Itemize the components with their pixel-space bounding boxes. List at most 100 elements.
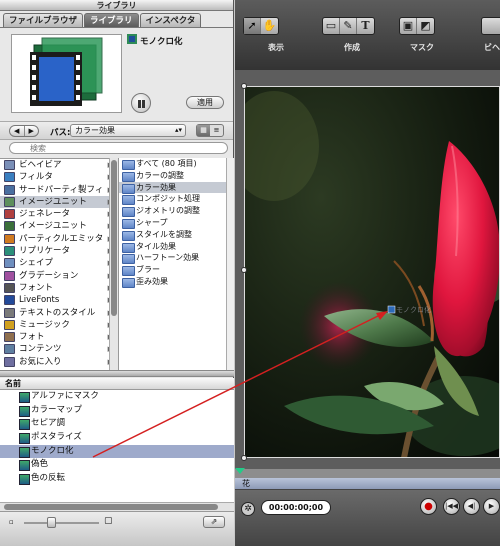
list-item[interactable]: イメージユニット▶ — [0, 220, 116, 232]
pause-button[interactable] — [131, 93, 151, 113]
list-item[interactable]: お気に入り▶ — [0, 356, 116, 368]
slider-knob[interactable] — [47, 517, 56, 528]
scroll-thumb[interactable] — [4, 504, 218, 510]
table-row[interactable]: ポスタライズ — [0, 431, 234, 445]
font-icon — [4, 282, 15, 293]
table-row[interactable]: カラーマップ — [0, 404, 234, 418]
timecode-display[interactable]: 00:00:00;00 — [261, 500, 331, 515]
list-item[interactable]: コンテンツ▶ — [0, 343, 116, 355]
resize-handle[interactable] — [241, 455, 247, 461]
list-item[interactable]: LiveFonts▶ — [0, 294, 116, 306]
list-item[interactable]: フィルタ▶ — [0, 171, 116, 183]
back-forward-buttons[interactable]: ◀ ▶ — [9, 125, 39, 137]
list-item[interactable]: ハーフトーン効果 — [119, 252, 226, 265]
rectangle-icon[interactable]: ▭ — [323, 18, 340, 34]
resize-handle[interactable] — [241, 83, 247, 89]
category-list: ビヘイビア▶ フィルタ▶ サードパーティ製フィ▶ イメージユニット▶ ジェネレー… — [0, 158, 116, 370]
search-input[interactable] — [9, 142, 228, 154]
path-label: パス: — [50, 128, 71, 138]
bezier-pen-icon[interactable]: ✎ — [340, 18, 357, 34]
resize-handle[interactable] — [241, 267, 247, 273]
library-bottom-bar — [0, 511, 234, 546]
mask-tools: ▣ ◩ — [399, 17, 435, 35]
large-icon-size-icon: ▢ — [104, 516, 113, 526]
list-item[interactable]: グラデーション▶ — [0, 270, 116, 282]
behavior-icon[interactable] — [482, 18, 499, 34]
list-item[interactable]: パーティクルエミッタ▶ — [0, 233, 116, 245]
list-item[interactable]: テキストのスタイル▶ — [0, 307, 116, 319]
table-row[interactable]: アルファにマスク — [0, 390, 234, 404]
list-item[interactable]: フォト▶ — [0, 331, 116, 343]
timeline-ruler[interactable] — [235, 469, 500, 478]
list-item[interactable]: シャープ — [119, 217, 226, 229]
list-item[interactable]: すべて (80 項目) — [119, 158, 226, 170]
go-to-start-button[interactable]: |◀◀ — [443, 498, 460, 515]
list-item[interactable]: タイル効果 — [119, 241, 226, 253]
content-icon — [4, 344, 15, 355]
music-icon — [4, 319, 15, 330]
play-button[interactable]: ▶ — [483, 498, 500, 515]
list-item[interactable]: サードパーティ製フィ▶ — [0, 184, 116, 196]
list-item[interactable]: カラーの調整 — [119, 170, 226, 182]
tab-library[interactable]: ライブラリ — [84, 13, 139, 27]
tab-file-browser[interactable]: ファイルブラウザ — [3, 13, 84, 27]
list-view-icon[interactable]: ≡ — [210, 125, 223, 136]
table-row[interactable]: セピア調 — [0, 417, 234, 431]
pan-hand-icon[interactable]: ✋ — [261, 18, 278, 34]
view-mode-buttons[interactable]: ▦ ≡ — [196, 124, 224, 137]
item-list: アルファにマスク カラーマップ セピア調 ポスタライズ モノクロ化 偽色 色の反… — [0, 390, 234, 502]
drag-ghost-label: モノクロ化 — [396, 306, 431, 314]
table-row[interactable]: 色の反転 — [0, 472, 234, 486]
list-item[interactable]: ジェネレータ▶ — [0, 208, 116, 220]
updown-arrow-icon: ▴▾ — [174, 126, 182, 134]
icon-view-icon[interactable]: ▦ — [197, 125, 210, 136]
view-tools-label: 表示 — [268, 43, 284, 52]
name-column-header[interactable]: 名前 — [0, 378, 234, 390]
rect-mask-icon[interactable]: ▣ — [400, 18, 417, 34]
create-tools: ▭ ✎ T — [322, 17, 375, 35]
list-item[interactable]: イメージユニット▶ — [0, 195, 116, 209]
filter-icon — [4, 172, 15, 183]
list-item[interactable]: ミュージック▶ — [0, 319, 116, 331]
back-arrow-icon[interactable]: ◀ — [10, 126, 25, 136]
record-button[interactable]: ● — [420, 498, 437, 515]
playhead-marker[interactable] — [235, 468, 245, 474]
list-item[interactable]: シェイプ▶ — [0, 257, 116, 269]
list-item[interactable]: 歪み効果 — [119, 276, 226, 288]
list-item[interactable]: カラー効果 — [119, 181, 226, 194]
image-unit-icon — [4, 221, 15, 232]
path-select[interactable]: カラー効果 ▴▾ — [70, 124, 186, 137]
select-arrow-icon[interactable]: ➚ — [244, 18, 261, 34]
splitter-handle[interactable] — [0, 370, 234, 377]
bezier-mask-icon[interactable]: ◩ — [417, 18, 434, 34]
list-item[interactable]: ビヘイビア▶ — [0, 159, 116, 171]
gear-icon[interactable]: ✲ — [241, 502, 255, 516]
list-item[interactable]: スタイルを調整 — [119, 229, 226, 241]
behavior-icon — [4, 160, 15, 170]
apply-button[interactable]: 適用 — [186, 96, 224, 109]
list-item[interactable]: リプリケータ▶ — [0, 245, 116, 257]
timeline-track[interactable]: 花 — [235, 478, 500, 490]
horizontal-scrollbar[interactable] — [0, 502, 234, 511]
text-style-icon — [4, 307, 15, 318]
category-scrollbar[interactable] — [109, 158, 118, 370]
subcategory-scrollbar[interactable] — [226, 158, 234, 370]
tab-inspector[interactable]: インスペクタ — [139, 13, 202, 27]
photo-icon — [4, 332, 15, 343]
image-unit-icon — [4, 196, 15, 207]
list-item[interactable]: ジオメトリの調整 — [119, 205, 226, 217]
panel-tabs: ファイルブラウザ ライブラリ インスペクタ — [3, 13, 202, 28]
replicator-icon — [4, 246, 15, 257]
list-item[interactable]: フォント▶ — [0, 282, 116, 294]
table-row[interactable]: 偽色 — [0, 458, 234, 472]
table-row[interactable]: モノクロ化 — [0, 444, 234, 459]
text-tool-icon[interactable]: T — [357, 18, 374, 34]
scroll-thumb[interactable] — [111, 160, 117, 316]
list-item[interactable]: ブラー — [119, 264, 226, 276]
particle-emitter-icon — [4, 233, 15, 244]
icon-size-slider[interactable] — [24, 522, 99, 524]
list-item[interactable]: コンポジット処理 — [119, 193, 226, 206]
add-to-favorites-button[interactable]: ⇗ — [203, 516, 225, 528]
previous-frame-button[interactable]: ◀| — [463, 498, 480, 515]
forward-arrow-icon[interactable]: ▶ — [25, 126, 39, 136]
